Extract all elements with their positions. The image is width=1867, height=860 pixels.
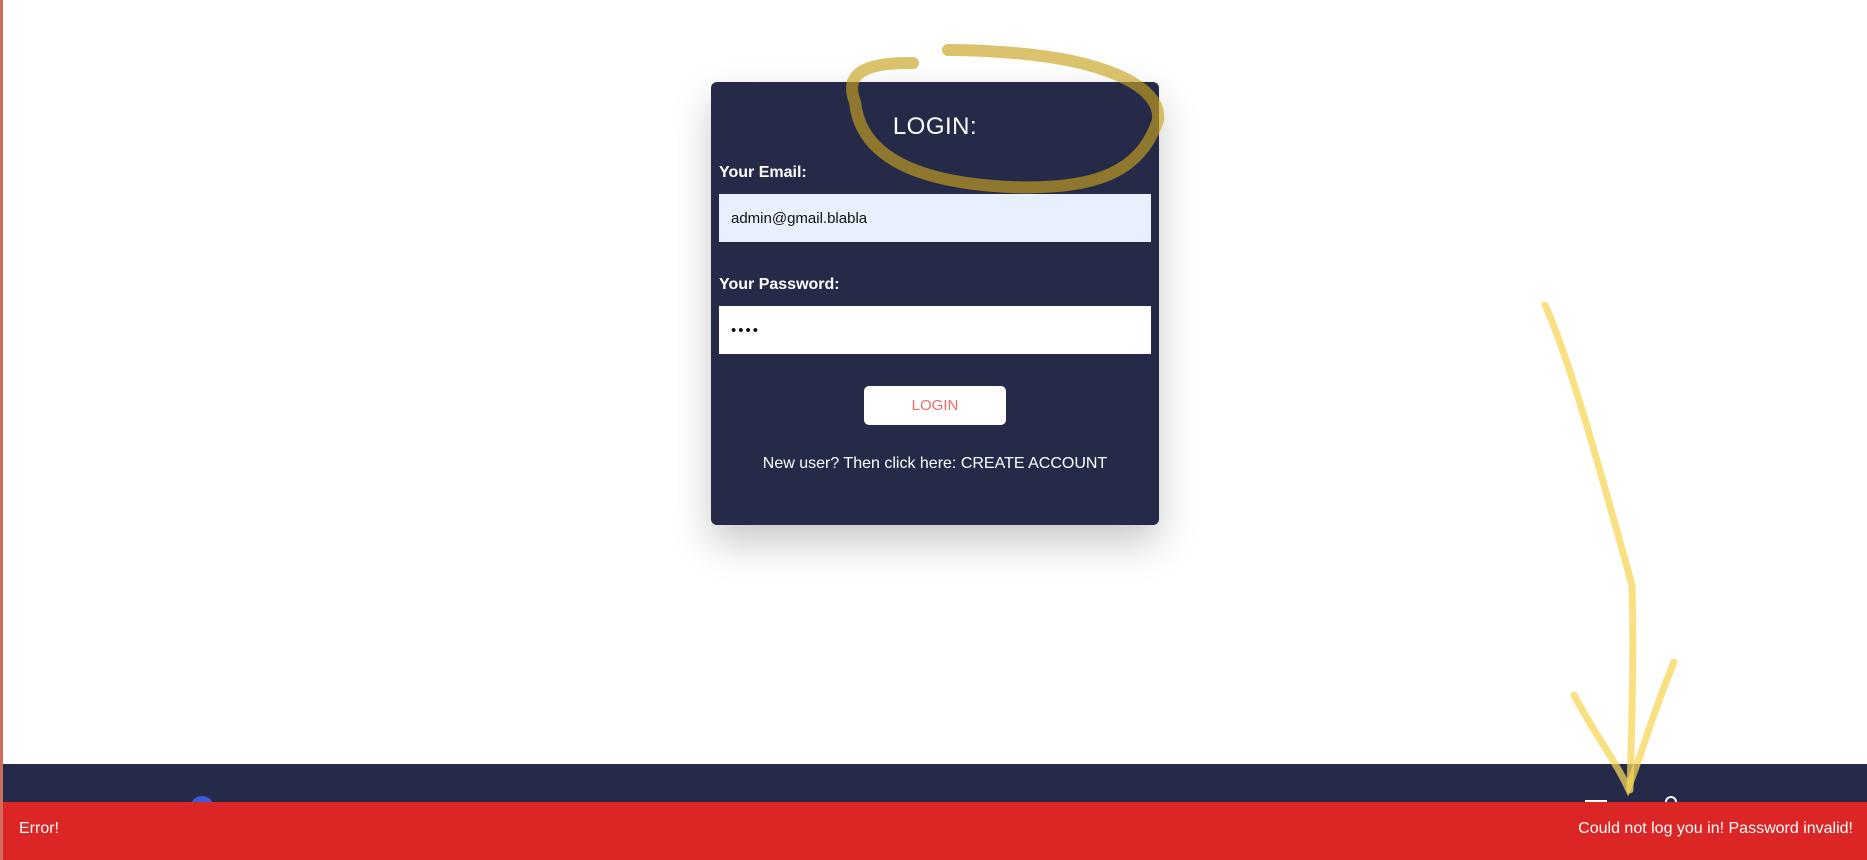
email-label: Your Email:	[719, 164, 807, 181]
error-toast: Error! Could not log you in! Password in…	[3, 802, 1867, 860]
annotation-arrow-shaft	[1541, 301, 1637, 794]
toast-message: Could not log you in! Password invalid!	[1578, 820, 1853, 837]
create-account-link[interactable]: CREATE ACCOUNT	[961, 455, 1107, 472]
toast-title: Error!	[19, 820, 59, 837]
password-label: Your Password:	[719, 276, 840, 293]
signup-prompt-text: New user? Then click here:	[762, 455, 961, 472]
email-input[interactable]	[719, 194, 1151, 242]
password-input[interactable]	[719, 306, 1151, 354]
login-button[interactable]: LOGIN	[864, 386, 1006, 425]
login-title: LOGIN:	[892, 113, 978, 140]
signup-prompt: New user? Then click here: CREATE ACCOUN…	[711, 455, 1159, 473]
window-edge	[0, 0, 3, 860]
